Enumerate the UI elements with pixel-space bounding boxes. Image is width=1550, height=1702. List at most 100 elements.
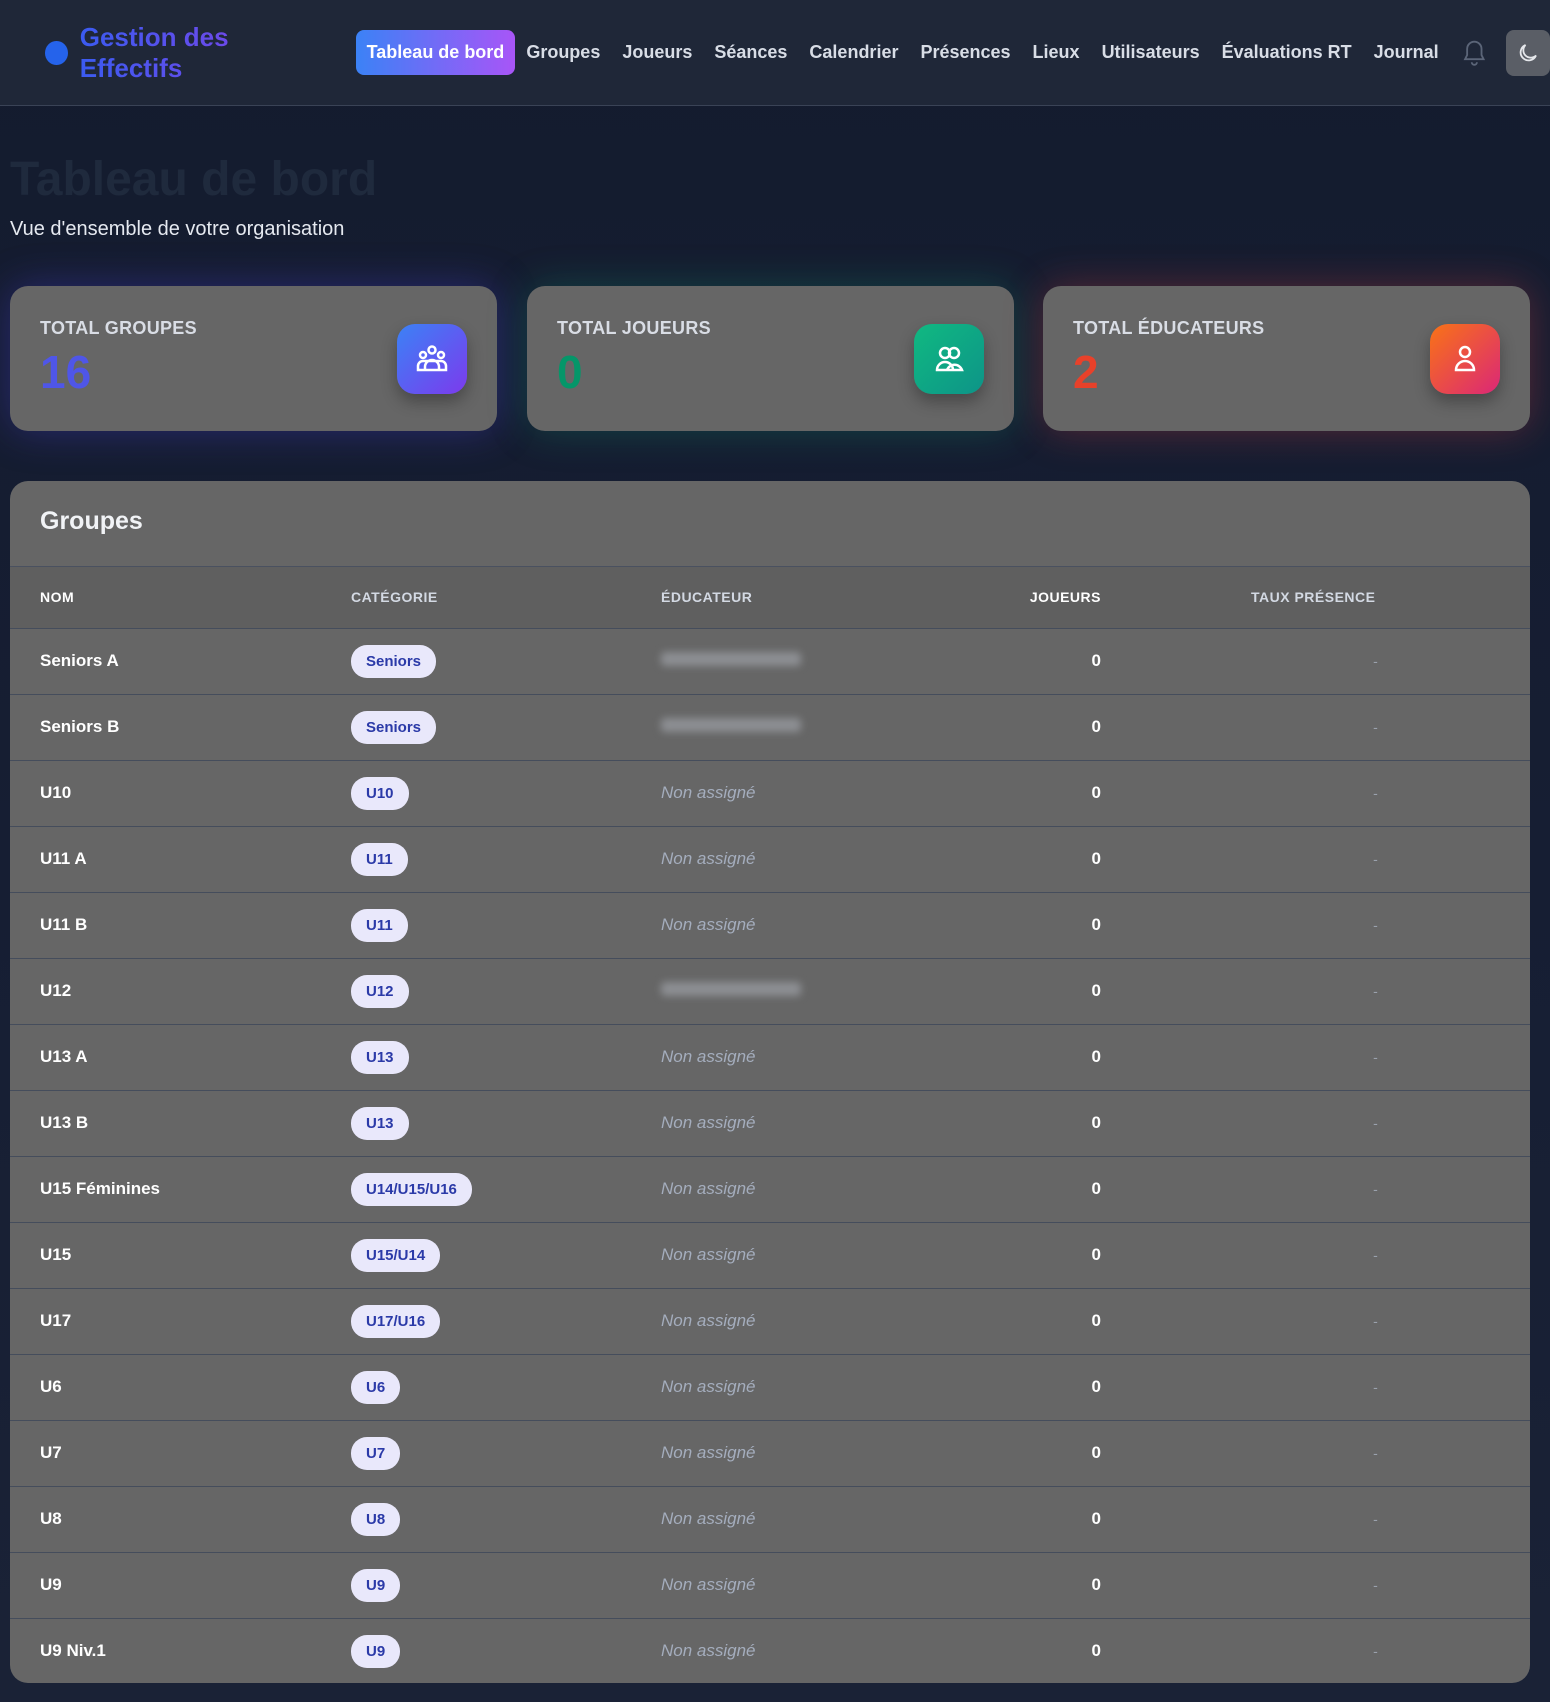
table-row[interactable]: Seniors A Seniors 0 - (10, 627, 1530, 694)
category-cell: U11 (351, 891, 661, 958)
category-badge: U11 (351, 908, 408, 942)
group-name[interactable]: U10 (10, 759, 351, 826)
top-nav: Gestion des Effectifs Tableau de bord Gro… (0, 0, 1550, 106)
category-badge: U6 (351, 1370, 401, 1404)
table-row[interactable]: U17 U17/U16 Non assigné 0 - (10, 1287, 1530, 1354)
nav-item-6[interactable]: Lieux (1022, 30, 1091, 75)
educator-name: Non assigné (661, 915, 756, 934)
group-name[interactable]: Seniors A (10, 627, 351, 694)
educator-cell: Non assigné (661, 1089, 961, 1156)
category-badge: U15/U14 (351, 1238, 441, 1272)
category-cell: U15/U14 (351, 1221, 661, 1288)
theme-toggle-button[interactable] (1506, 29, 1550, 76)
group-name[interactable]: U11 A (10, 825, 351, 892)
players-count: 0 (961, 825, 1101, 892)
group-name[interactable]: U6 (10, 1353, 351, 1420)
nav-item-7[interactable]: Utilisateurs (1091, 30, 1211, 75)
category-cell: U10 (351, 759, 661, 826)
table-row[interactable]: U9 Niv.1 U9 Non assigné 0 - (10, 1617, 1530, 1683)
educator-cell: Non assigné (661, 759, 961, 826)
nav-item-5[interactable]: Présences (909, 30, 1021, 75)
educator-cell: Non assigné (661, 1023, 961, 1090)
attendance-rate: - (1101, 1089, 1530, 1156)
educator-name: Non assigné (661, 1641, 756, 1661)
brand-name: Gestion des Effectifs (80, 22, 325, 84)
players-count: 0 (961, 627, 1101, 694)
table-row[interactable]: U9 U9 Non assigné 0 - (10, 1551, 1530, 1618)
table-row[interactable]: U10 U10 Non assigné 0 - (10, 759, 1530, 826)
educator-cell: Non assigné (661, 1551, 961, 1618)
educator-name: Non assigné (661, 1179, 756, 1198)
attendance-rate: - (1101, 891, 1530, 958)
group-name[interactable]: U7 (10, 1419, 351, 1486)
group-name[interactable]: U8 (10, 1485, 351, 1552)
educator-cell: Non assigné (661, 1353, 961, 1420)
nav-item-9[interactable]: Journal (1363, 30, 1450, 75)
table-row[interactable]: U7 U7 Non assigné 0 - (10, 1419, 1530, 1486)
nav-item-8[interactable]: Évaluations RT (1211, 30, 1363, 75)
players-count: 0 (961, 1089, 1101, 1156)
educator-name: Non assigné (661, 849, 756, 868)
group-name[interactable]: U12 (10, 957, 351, 1024)
brand[interactable]: Gestion des Effectifs (45, 22, 325, 84)
attendance-rate: - (1101, 1023, 1530, 1090)
category-badge: U12 (351, 974, 409, 1008)
table-row[interactable]: U8 U8 Non assigné 0 - (10, 1485, 1530, 1552)
educator-name-redacted (661, 718, 801, 732)
group-name[interactable]: U15 Féminines (10, 1155, 351, 1222)
players-count: 0 (961, 957, 1101, 1024)
educator-cell (661, 627, 961, 694)
groups-table: NOM CATÉGORIE ÉDUCATEUR JOUEURS TAUX PRÉ… (10, 567, 1530, 1683)
table-header-row: NOM CATÉGORIE ÉDUCATEUR JOUEURS TAUX PRÉ… (10, 567, 1530, 628)
category-cell: U14/U15/U16 (351, 1155, 661, 1222)
group-name[interactable]: U9 (10, 1551, 351, 1618)
educator-name-redacted (661, 982, 801, 996)
table-row[interactable]: Seniors B Seniors 0 - (10, 693, 1530, 760)
table-row[interactable]: U15 U15/U14 Non assigné 0 - (10, 1221, 1530, 1288)
attendance-rate: - (1101, 1617, 1530, 1683)
players-count: 0 (961, 1155, 1101, 1222)
table-row[interactable]: U11 A U11 Non assigné 0 - (10, 825, 1530, 892)
col-header-educator[interactable]: ÉDUCATEUR (661, 567, 961, 628)
bell-icon[interactable] (1462, 38, 1487, 68)
educator-cell: Non assigné (661, 1419, 961, 1486)
group-name[interactable]: U17 (10, 1287, 351, 1354)
players-count: 0 (961, 1221, 1101, 1288)
category-cell: U7 (351, 1419, 661, 1486)
group-name[interactable]: U11 B (10, 891, 351, 958)
nav-item-3[interactable]: Séances (703, 30, 798, 75)
table-row[interactable]: U13 B U13 Non assigné 0 - (10, 1089, 1530, 1156)
category-cell: U11 (351, 825, 661, 892)
group-name[interactable]: U15 (10, 1221, 351, 1288)
table-row[interactable]: U12 U12 0 - (10, 957, 1530, 1024)
attendance-rate: - (1101, 957, 1530, 1024)
players-count: 0 (961, 891, 1101, 958)
category-badge: U7 (351, 1436, 401, 1470)
group-name[interactable]: Seniors B (10, 693, 351, 760)
attendance-rate: - (1101, 1551, 1530, 1618)
col-header-category[interactable]: CATÉGORIE (351, 567, 661, 628)
col-header-attendance[interactable]: TAUX PRÉSENCE (1101, 567, 1530, 628)
group-name[interactable]: U13 B (10, 1089, 351, 1156)
attendance-rate: - (1101, 759, 1530, 826)
nav-item-2[interactable]: Joueurs (611, 30, 703, 75)
players-icon (914, 324, 984, 394)
table-row[interactable]: U13 A U13 Non assigné 0 - (10, 1023, 1530, 1090)
nav-item-1[interactable]: Groupes (515, 30, 611, 75)
educator-cell: Non assigné (661, 1287, 961, 1354)
educator-cell: Non assigné (661, 891, 961, 958)
group-name[interactable]: U9 Niv.1 (10, 1617, 351, 1683)
table-row[interactable]: U15 Féminines U14/U15/U16 Non assigné 0 … (10, 1155, 1530, 1222)
col-header-players[interactable]: JOUEURS (961, 567, 1101, 628)
category-badge: U8 (351, 1502, 401, 1536)
category-badge: U11 (351, 842, 408, 876)
category-cell: U9 (351, 1551, 661, 1618)
educator-name: Non assigné (661, 1245, 756, 1264)
educator-name: Non assigné (661, 1113, 756, 1132)
nav-item-4[interactable]: Calendrier (798, 30, 909, 75)
table-row[interactable]: U11 B U11 Non assigné 0 - (10, 891, 1530, 958)
group-name[interactable]: U13 A (10, 1023, 351, 1090)
col-header-name[interactable]: NOM (10, 567, 351, 628)
nav-item-0[interactable]: Tableau de bord (355, 30, 516, 75)
table-row[interactable]: U6 U6 Non assigné 0 - (10, 1353, 1530, 1420)
